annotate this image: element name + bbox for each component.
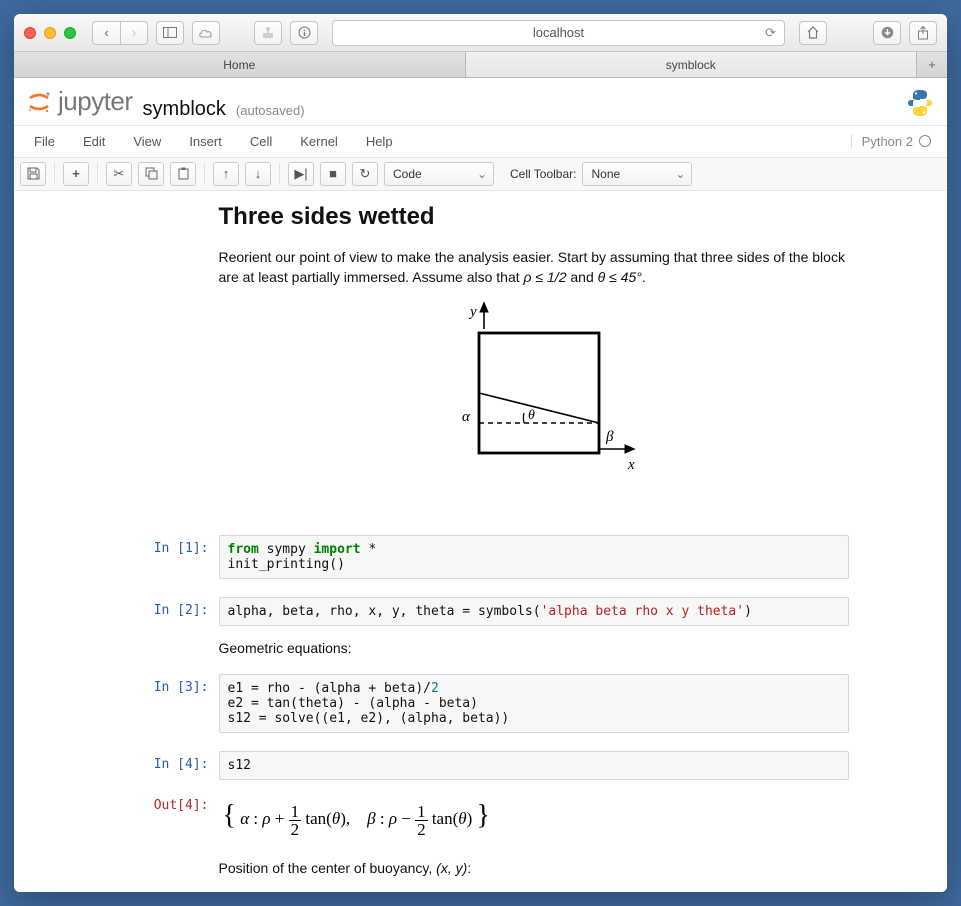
svg-text:θ: θ (528, 408, 535, 423)
toolbar: + ✂ ↑ ↓ ▶| ■ ↻ Code Cell Toolbar: None (14, 158, 947, 191)
sidebar-toggle-button[interactable] (156, 21, 184, 45)
kernel-idle-icon (919, 135, 931, 147)
page-content: jupyter symblock (autosaved) File Edit V… (14, 78, 947, 892)
markdown-paragraph: Reorient our point of view to make the a… (219, 247, 849, 288)
cut-button[interactable]: ✂ (106, 162, 132, 186)
svg-text:β: β (605, 429, 614, 445)
code-input[interactable]: from sympy import * init_printing() (219, 535, 849, 579)
code-cell[interactable]: In [2]: alpha, beta, rho, x, y, theta = … (101, 593, 861, 630)
menu-edit[interactable]: Edit (69, 128, 119, 155)
code-input[interactable]: alpha, beta, rho, x, y, theta = symbols(… (219, 597, 849, 626)
notebook-area[interactable]: Three sides wetted Reorient our point of… (14, 191, 947, 893)
reload-icon[interactable]: ⟳ (765, 25, 776, 41)
output-cell: Out[4]: { α : ρ + 1 2 tan(θ), β : ρ − (101, 788, 861, 850)
svg-text:α: α (462, 409, 471, 425)
markdown-title: Three sides wetted (219, 203, 849, 231)
move-up-button[interactable]: ↑ (213, 162, 239, 186)
menu-insert[interactable]: Insert (175, 128, 236, 155)
code-cell[interactable]: In [4]: s12 (101, 747, 861, 784)
jupyter-header: jupyter symblock (autosaved) (14, 78, 947, 125)
new-tab-button[interactable]: + (917, 52, 947, 77)
home-button[interactable] (799, 21, 827, 45)
cloud-tabs-button[interactable] (192, 21, 220, 45)
window-controls (24, 27, 76, 39)
cell-output: { α : ρ + 1 2 tan(θ), β : ρ − 1 2 (219, 792, 849, 846)
code-cell[interactable]: In [1]: from sympy import * init_printin… (101, 531, 861, 583)
browser-tab-home[interactable]: Home (14, 52, 466, 77)
titlebar: ‹ › localhost ⟳ (14, 14, 947, 52)
move-down-button[interactable]: ↓ (245, 162, 271, 186)
menu-help[interactable]: Help (352, 128, 407, 155)
code-input[interactable]: s12 (219, 751, 849, 780)
save-button[interactable] (20, 162, 46, 186)
browser-tab-symblock[interactable]: symblock (466, 52, 918, 77)
nav-forward-button[interactable]: › (120, 21, 148, 45)
notebook-name[interactable]: symblock (143, 98, 226, 121)
svg-text:y: y (468, 304, 477, 320)
svg-text:x: x (627, 457, 635, 473)
menu-cell[interactable]: Cell (236, 128, 286, 155)
code-input[interactable]: e1 = rho - (alpha + beta)/2 e2 = tan(the… (219, 674, 849, 733)
menubar: File Edit View Insert Cell Kernel Help P… (14, 125, 947, 158)
browser-window: ‹ › localhost ⟳ Home (14, 14, 947, 892)
interrupt-button[interactable]: ■ (320, 162, 346, 186)
menu-kernel[interactable]: Kernel (286, 128, 352, 155)
markdown-text[interactable]: Position of the center of buoyancy, (x, … (101, 860, 861, 876)
python-logo-icon (905, 88, 935, 118)
cell-type-select[interactable]: Code (384, 162, 494, 186)
out-prompt: Out[4]: (113, 792, 219, 846)
cell-toolbar-label: Cell Toolbar: (510, 167, 576, 181)
markdown-cell[interactable]: Three sides wetted Reorient our point of… (101, 203, 861, 532)
autosave-status: (autosaved) (236, 103, 305, 118)
in-prompt: In [2]: (113, 597, 219, 626)
cell-toolbar-select[interactable]: None (582, 162, 692, 186)
in-prompt: In [1]: (113, 535, 219, 579)
address-bar[interactable]: localhost ⟳ (332, 20, 785, 46)
kernel-indicator[interactable]: Python 2 (851, 134, 941, 149)
diagram: y x α β θ (219, 301, 849, 491)
in-prompt: In [3]: (113, 674, 219, 733)
downloads-button[interactable] (873, 21, 901, 45)
restart-button[interactable]: ↻ (352, 162, 378, 186)
zoom-window-button[interactable] (64, 27, 76, 39)
paste-button[interactable] (170, 162, 196, 186)
nav-back-button[interactable]: ‹ (92, 21, 120, 45)
insert-cell-button[interactable]: + (63, 162, 89, 186)
menu-file[interactable]: File (20, 128, 69, 155)
markdown-text[interactable]: Geometric equations: (101, 640, 861, 656)
code-cell[interactable]: In [3]: e1 = rho - (alpha + beta)/2 e2 =… (101, 670, 861, 737)
close-window-button[interactable] (24, 27, 36, 39)
privacy-report-button[interactable] (290, 21, 318, 45)
run-button[interactable]: ▶| (288, 162, 314, 186)
copy-button[interactable] (138, 162, 164, 186)
menu-view[interactable]: View (119, 128, 175, 155)
minimize-window-button[interactable] (44, 27, 56, 39)
extensions-button[interactable] (254, 21, 282, 45)
share-button[interactable] (909, 21, 937, 45)
jupyter-logo[interactable]: jupyter (26, 86, 133, 117)
url-text: localhost (533, 25, 584, 40)
in-prompt: In [4]: (113, 751, 219, 780)
browser-tab-strip: Home symblock + (14, 52, 947, 78)
